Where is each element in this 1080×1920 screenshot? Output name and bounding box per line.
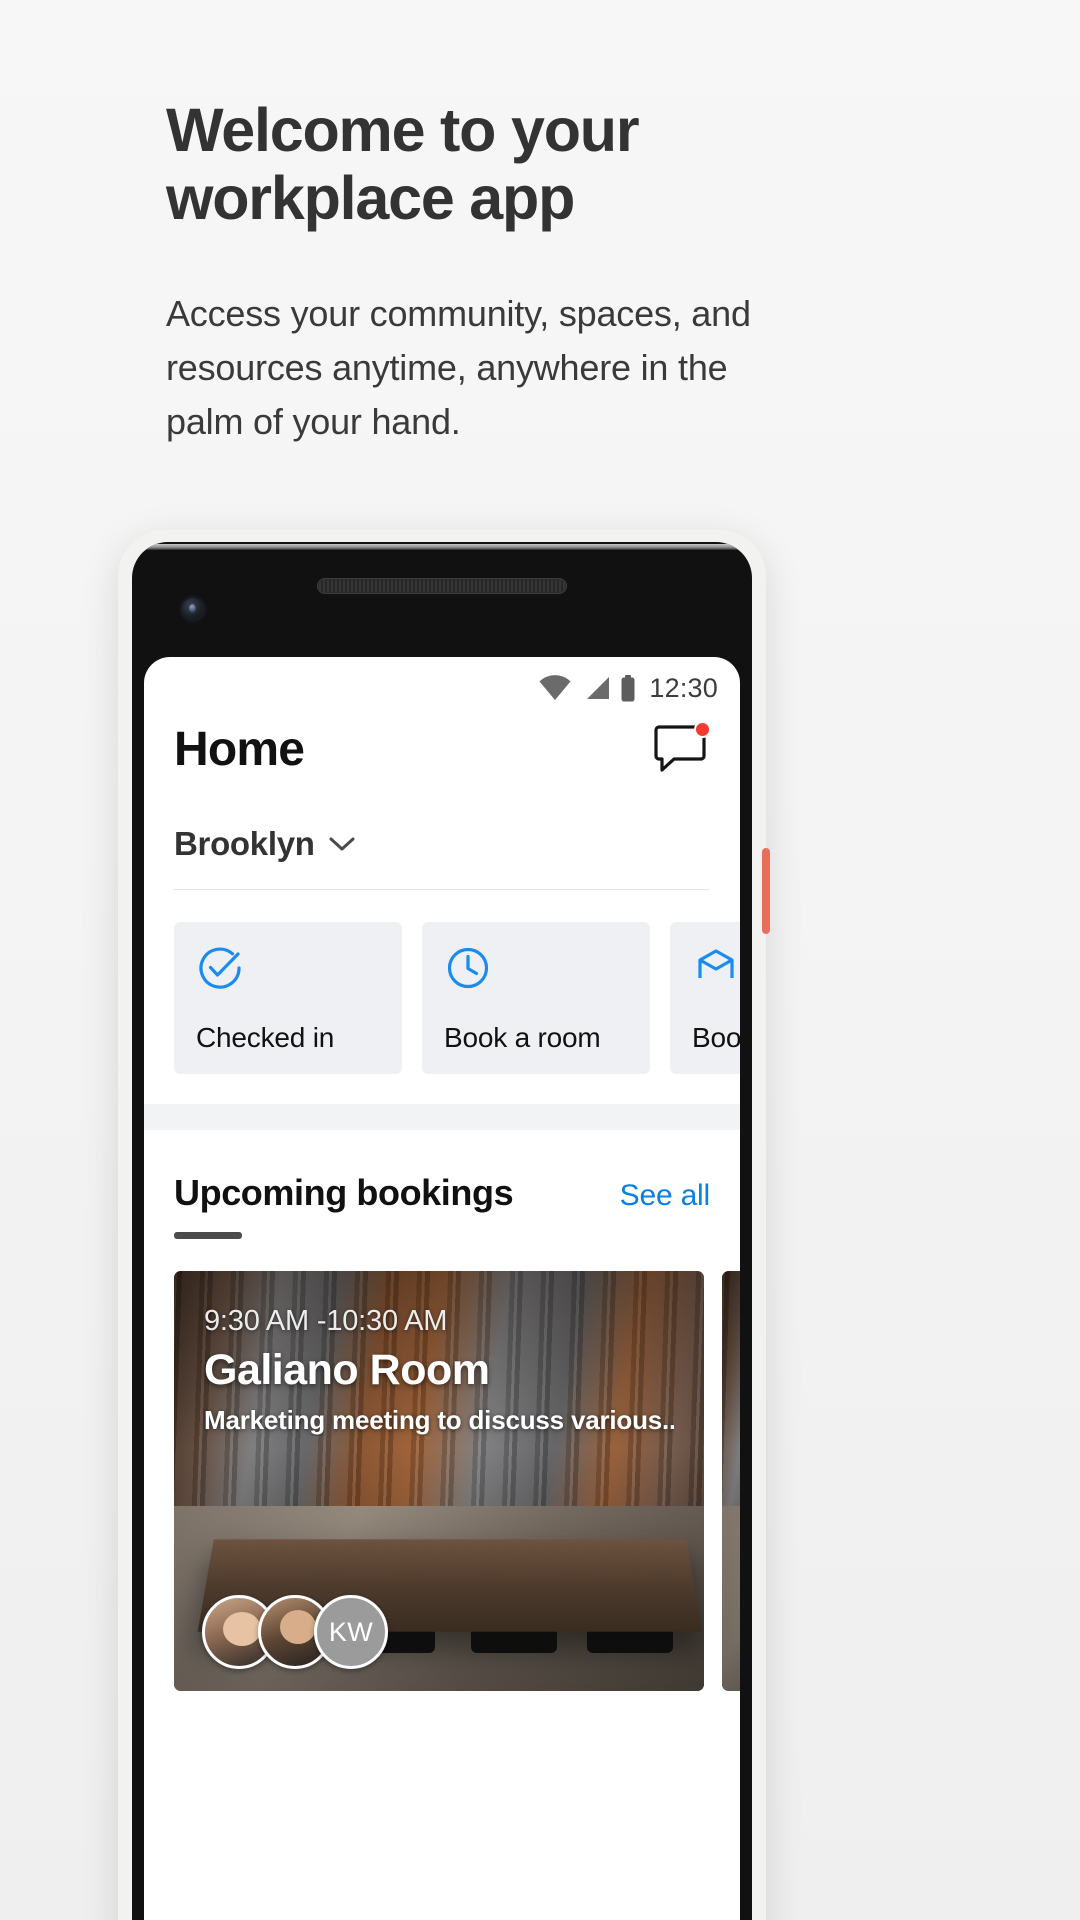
front-camera <box>182 598 204 620</box>
page-subtitle: Access your community, spaces, and resou… <box>166 292 751 442</box>
quick-action-book-a-desk[interactable]: Book a desk <box>670 922 740 1074</box>
status-bar: 12:30 <box>144 657 740 711</box>
promo-copy: Welcome to your workplace app Access you… <box>166 96 926 449</box>
check-circle-icon <box>199 947 241 989</box>
booking-time: 9:30 AM -10:30 AM <box>204 1305 448 1337</box>
location-name: Brooklyn <box>174 825 315 862</box>
avatar-initials-badge: KW <box>314 1595 388 1669</box>
phone-bezel: 12:30 Home Brooklyn Checked in Book a ro… <box>132 542 752 1920</box>
unread-badge-dot <box>694 721 711 738</box>
see-all-link[interactable]: See all <box>620 1179 711 1213</box>
booking-description: Marketing meeting to discuss various... <box>204 1405 674 1435</box>
booking-attendees[interactable]: KW <box>202 1595 388 1669</box>
status-bar-time: 12:30 <box>649 672 718 703</box>
app-header: Home <box>144 711 740 777</box>
phone-glass-edge <box>132 544 752 550</box>
page-title: Welcome to your workplace app <box>166 96 640 233</box>
upcoming-bookings-header: Upcoming bookings See all <box>144 1130 740 1214</box>
chevron-down-icon <box>329 837 355 851</box>
booking-room-floor <box>722 1506 740 1691</box>
booking-card[interactable]: 9:30 AM -10:30 AM Galiano Room Marketing… <box>174 1271 704 1691</box>
messages-button[interactable] <box>654 721 711 777</box>
bookings-carousel[interactable]: 9:30 AM -10:30 AM Galiano Room Marketing… <box>144 1239 740 1691</box>
quick-action-label: Book a room <box>444 1022 601 1053</box>
phone-side-button[interactable] <box>762 848 770 934</box>
quick-action-label: Book a desk <box>692 1022 740 1053</box>
quick-action-checked-in[interactable]: Checked in <box>174 922 402 1074</box>
section-separator <box>144 1104 740 1130</box>
battery-icon <box>621 674 635 701</box>
quick-action-book-a-room[interactable]: Book a room <box>422 922 650 1074</box>
avatar-initials: KW <box>328 1616 374 1647</box>
booking-room-name: Galiano Room <box>204 1346 490 1394</box>
quick-actions-row[interactable]: Checked in Book a room Boo <box>144 890 740 1074</box>
earpiece-speaker <box>317 578 567 594</box>
booking-card-text: 9:30 AM -10:30 AM Galiano Room Marketing… <box>174 1271 704 1436</box>
desk-icon <box>698 949 734 978</box>
cellular-signal-icon <box>587 677 610 699</box>
app-screen: 12:30 Home Brooklyn Checked in Book a ro… <box>144 657 740 1920</box>
wifi-icon <box>539 675 571 700</box>
section-title: Upcoming bookings <box>174 1172 514 1213</box>
section-underline <box>174 1232 242 1239</box>
promo-page: Welcome to your workplace app Access you… <box>0 0 1080 1920</box>
location-selector[interactable]: Brooklyn <box>144 777 740 863</box>
clock-icon <box>447 947 489 989</box>
booking-card-next-peek[interactable] <box>722 1271 740 1691</box>
phone-mockup: 12:30 Home Brooklyn Checked in Book a ro… <box>118 530 770 1920</box>
app-screen-title: Home <box>174 722 305 776</box>
quick-action-label: Checked in <box>196 1022 335 1053</box>
